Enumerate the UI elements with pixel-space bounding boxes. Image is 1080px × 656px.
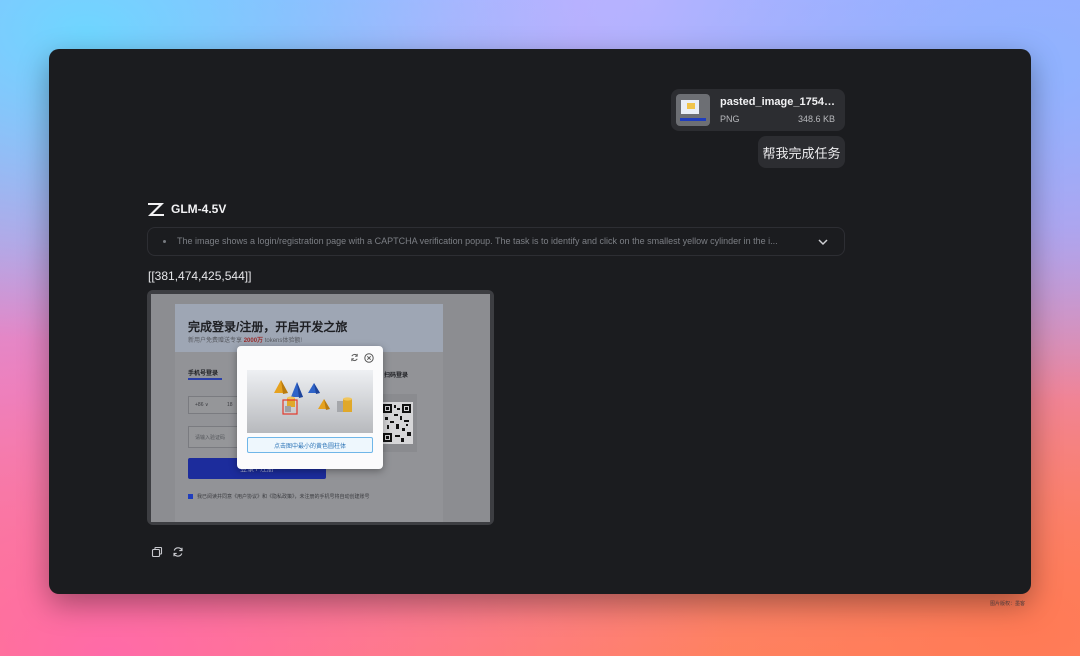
answer-text: [[381,474,425,544]] (148, 269, 252, 283)
user-message-bubble: 帮我完成任务 (758, 136, 845, 168)
tab-indicator (188, 378, 222, 380)
captcha-instruction: 点击图中最小的黄色圆柱体 (247, 437, 373, 453)
watermark: 图片版权：墨客 (990, 601, 1026, 607)
copy-icon[interactable] (151, 546, 163, 558)
thinking-summary: The image shows a login/registration pag… (177, 236, 778, 246)
message-actions (151, 546, 184, 558)
model-name: GLM-4.5V (171, 202, 227, 216)
attachment-name: pasted_image_17549... (720, 96, 838, 108)
tab-phone-login: 手机号登录 (188, 371, 219, 377)
thinking-panel[interactable]: The image shows a login/registration pag… (147, 227, 845, 256)
tab-qr-login: 扫码登录 (384, 373, 409, 379)
agreement-checkbox (188, 494, 193, 499)
agreement-text: 我已阅读并同意《用户协议》和《隐私政策》，未注册的手机号将自动创建账号 (197, 494, 370, 500)
model-header: GLM-4.5V (147, 201, 226, 217)
code-input: 请输入验证码 (188, 426, 238, 448)
zhipu-logo-icon (148, 202, 164, 216)
page-title: 完成登录/注册，开启开发之旅 (188, 320, 348, 334)
page-subtitle: 新用户免费赠送专享 2000万 tokens体验额! (188, 338, 303, 344)
attachment-type: PNG (720, 114, 740, 124)
refresh-icon (351, 353, 358, 362)
bullet-icon (163, 240, 166, 243)
chevron-down-icon[interactable] (818, 238, 828, 246)
captcha-popup: 点击图中最小的黄色圆柱体 (237, 346, 383, 469)
chat-window: pasted_image_17549... PNG 348.6 KB 帮我完成任… (49, 49, 1031, 594)
attachment-card[interactable]: pasted_image_17549... PNG 348.6 KB (671, 89, 845, 131)
captcha-screenshot: 完成登录/注册，开启开发之旅 新用户免费赠送专享 2000万 tokens体验额… (147, 290, 494, 525)
captcha-image (247, 370, 373, 433)
qr-code (377, 394, 417, 452)
login-page: 完成登录/注册，开启开发之旅 新用户免费赠送专享 2000万 tokens体验额… (151, 294, 490, 522)
close-icon (364, 353, 374, 363)
attachment-size: 348.6 KB (797, 114, 835, 124)
regenerate-icon[interactable] (172, 546, 184, 558)
attachment-thumbnail (676, 94, 710, 126)
